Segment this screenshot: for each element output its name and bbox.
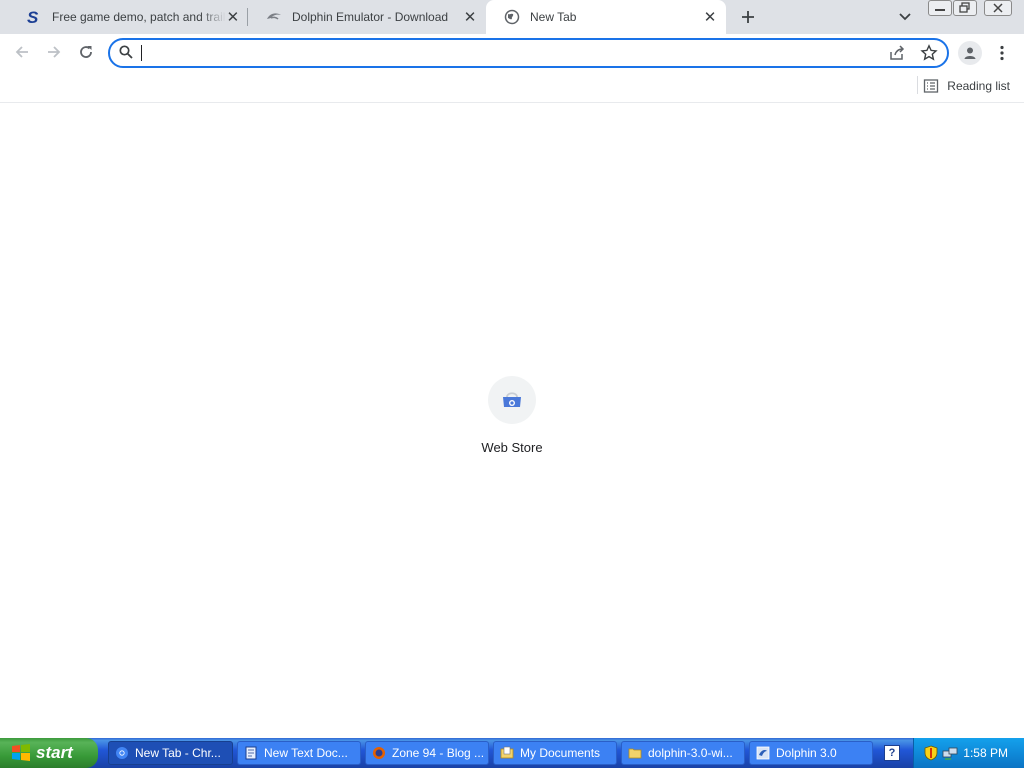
- s-logo-icon: S: [26, 9, 42, 25]
- reload-icon: [80, 46, 92, 58]
- share-icon: [890, 45, 905, 60]
- folder-docs-icon: [500, 746, 514, 759]
- minimize-icon: [935, 9, 945, 11]
- taskbar-item-label: dolphin-3.0-wi...: [648, 746, 733, 760]
- taskbar-item-label: Dolphin 3.0: [776, 746, 837, 760]
- tab-search-button[interactable]: [895, 8, 915, 26]
- tab-dolphin-download[interactable]: Dolphin Emulator - Download ✕: [248, 0, 486, 34]
- arrow-left-icon: [15, 46, 28, 58]
- taskbar-item-dolphin-folder[interactable]: dolphin-3.0-wi...: [621, 741, 745, 765]
- back-button[interactable]: [8, 38, 36, 66]
- tab-close-icon[interactable]: ✕: [460, 7, 480, 27]
- reload-button[interactable]: [72, 38, 100, 66]
- start-label: start: [36, 743, 73, 762]
- taskbar-item-label: Zone 94 - Blog ...: [392, 746, 485, 760]
- windows-logo-icon: [12, 744, 30, 761]
- taskbar-item-label: My Documents: [520, 746, 601, 760]
- profile-button[interactable]: [958, 41, 982, 65]
- taskbar-item-chrome[interactable]: New Tab - Chr...: [108, 741, 233, 765]
- minimize-button[interactable]: [928, 0, 952, 16]
- taskbar-item-notepad[interactable]: New Text Doc...: [237, 741, 361, 765]
- taskbar-item-label: New Text Doc...: [264, 746, 348, 760]
- network-icon[interactable]: [942, 745, 958, 761]
- help-icon[interactable]: ?: [884, 745, 900, 761]
- taskbar-item-my-documents[interactable]: My Documents: [493, 741, 617, 765]
- start-button[interactable]: start: [0, 738, 98, 768]
- bookmark-star-button[interactable]: [920, 44, 938, 62]
- tab-close-icon[interactable]: ✕: [226, 7, 240, 27]
- firefox-icon: [373, 747, 385, 759]
- search-icon: [118, 44, 134, 60]
- shortcut-tile: [488, 376, 536, 424]
- chrome-icon: [116, 747, 128, 759]
- menu-button[interactable]: [994, 42, 1010, 64]
- close-icon: [993, 3, 1003, 13]
- shortcut-label: Web Store: [481, 440, 543, 455]
- new-tab-button[interactable]: [736, 5, 760, 29]
- bookmarks-bar: [0, 70, 1024, 103]
- restore-button[interactable]: [953, 0, 977, 16]
- address-input[interactable]: [140, 42, 870, 64]
- notepad-icon: [245, 746, 257, 760]
- globe-icon: [504, 9, 520, 25]
- tab-close-icon[interactable]: ✕: [700, 7, 720, 27]
- tab-new-tab[interactable]: New Tab ✕: [486, 0, 726, 34]
- tab-title: Free game demo, patch and trailer downlo…: [52, 10, 226, 24]
- svg-text:S: S: [27, 9, 39, 25]
- taskbar-item-dolphin-app[interactable]: Dolphin 3.0: [749, 741, 873, 765]
- forward-button[interactable]: [40, 38, 68, 66]
- share-button[interactable]: [888, 44, 906, 62]
- restore-icon: [959, 2, 970, 13]
- star-icon: [920, 44, 938, 61]
- taskbar-item-firefox[interactable]: Zone 94 - Blog ...: [365, 741, 489, 765]
- text-caret: [141, 45, 142, 61]
- folder-icon: [628, 748, 642, 759]
- dolphin-icon: [266, 9, 282, 25]
- bookmarks-separator: [917, 76, 918, 94]
- dolphin-app-icon: [756, 746, 770, 760]
- taskbar-clock: 1:58 PM: [963, 746, 1008, 760]
- reading-list-label: Reading list: [947, 79, 1010, 93]
- reading-list-button[interactable]: Reading list: [923, 76, 1010, 96]
- tab-free-game-demo[interactable]: S Free game demo, patch and trailer down…: [8, 0, 246, 34]
- arrow-right-icon: [48, 46, 61, 58]
- chevron-down-icon: [899, 13, 911, 21]
- tab-title: New Tab: [530, 10, 577, 24]
- reading-list-icon: [924, 79, 939, 93]
- shield-icon[interactable]: [924, 745, 938, 761]
- tab-title: Dolphin Emulator - Download: [292, 10, 449, 24]
- plus-icon: [742, 11, 754, 23]
- web-store-icon: [503, 392, 521, 407]
- close-window-button[interactable]: [984, 0, 1012, 16]
- avatar-icon: [964, 47, 976, 59]
- kebab-menu-icon: [1000, 45, 1004, 61]
- taskbar-item-label: New Tab - Chr...: [135, 746, 221, 760]
- shortcut-web-store[interactable]: Web Store: [466, 376, 558, 466]
